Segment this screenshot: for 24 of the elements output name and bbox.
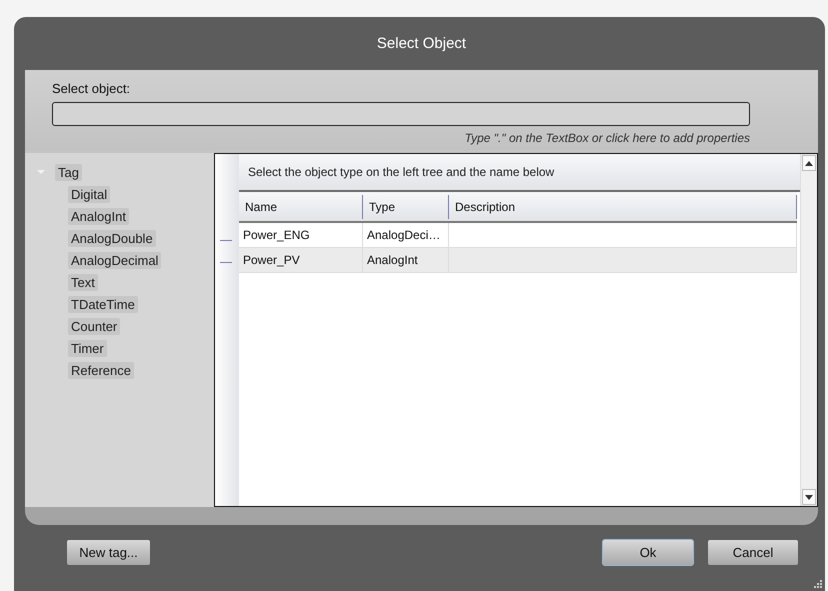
table-cell: AnalogInt	[363, 248, 449, 272]
tree-item[interactable]: TDateTime	[68, 296, 138, 312]
tree-item[interactable]: Reference	[68, 362, 134, 378]
tree-item[interactable]: Timer	[68, 340, 107, 356]
tree-item[interactable]: Counter	[68, 318, 120, 334]
table-cell: Power_PV	[239, 248, 363, 272]
hint-link[interactable]: Type "." on the TextBox or click here to add properties	[52, 131, 750, 145]
dialog-button[interactable]: New tag...	[66, 539, 151, 566]
table-cell: Power_ENG	[239, 223, 363, 247]
tree-item[interactable]: AnalogInt	[68, 208, 129, 224]
column-header[interactable]: Description	[449, 195, 797, 219]
column-header[interactable]: Type	[363, 195, 449, 219]
table-cell: AnalogDeci…	[363, 223, 449, 247]
table-caption: Select the object type on the left tree and the name below	[248, 165, 554, 179]
window-title: Select Object	[376, 35, 466, 52]
tree-item[interactable]: Tag	[55, 164, 82, 180]
tree-item[interactable]: AnalogDouble	[68, 230, 156, 246]
tree-item[interactable]: Digital	[68, 186, 110, 202]
tree-item[interactable]: AnalogDecimal	[68, 252, 162, 268]
column-header[interactable]: Name	[239, 195, 363, 219]
dialog-button[interactable]: Ok	[602, 539, 694, 566]
dialog-button[interactable]: Cancel	[707, 539, 799, 566]
field-label: Select object:	[52, 81, 130, 96]
tree-item[interactable]: Text	[68, 274, 98, 290]
